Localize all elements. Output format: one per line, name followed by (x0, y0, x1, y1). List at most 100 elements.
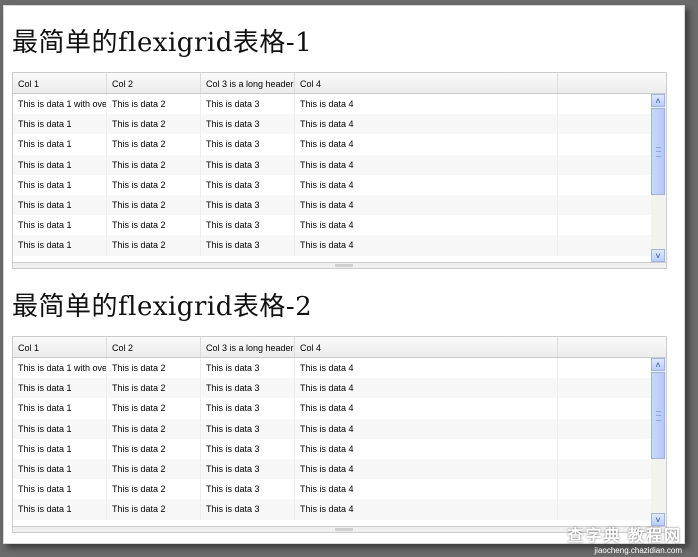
table-cell: This is data 3 (201, 94, 295, 115)
table-cell: This is data 2 (107, 134, 201, 155)
table-cell: This is data 4 (295, 479, 558, 500)
table-row[interactable]: This is data 1 This is data 2 This is data… (13, 174, 666, 195)
table-cell: This is data 3 (201, 194, 295, 216)
column-header-col2[interactable]: Col 2 (107, 337, 201, 357)
grid-2-title: 最简单的flexigrid表格-2 (12, 292, 313, 322)
table-cell: This is data 2 (107, 194, 201, 216)
column-header-col1[interactable]: Col 1 (13, 73, 107, 93)
table-cell: This is data 1 (13, 418, 107, 439)
table-cell: This is data 3 (201, 398, 295, 419)
table-row[interactable]: This is data 1 This is data 2 This is data… (13, 378, 666, 399)
grid-body: This is data 1 with overflowing contentT… (13, 94, 666, 262)
vertical-scrollbar[interactable]: ˄ ˅ (651, 358, 666, 526)
column-header-col2[interactable]: Col 2 (107, 73, 201, 93)
table-cell: This is data 1 (13, 458, 107, 480)
chevron-up-icon[interactable]: ˄ (651, 94, 665, 107)
table-cell: This is data 2 (107, 358, 201, 379)
table-cell: This is data 3 (201, 174, 295, 195)
table-cell: This is data 3 (201, 215, 295, 236)
table-cell: This is data 2 (107, 378, 201, 399)
table-cell: This is data 3 (201, 418, 295, 439)
table-cell: This is data 3 (201, 479, 295, 500)
table-row[interactable]: This is data 1 This is data 2 This is data… (13, 458, 666, 480)
vertical-scrollbar[interactable]: ˄ ˅ (651, 94, 666, 262)
table-row[interactable]: This is data 1 This is data 2 This is data… (13, 154, 666, 175)
table-cell: This is data 2 (107, 114, 201, 135)
scroll-thumb[interactable] (651, 108, 665, 195)
column-header-col4[interactable]: Col 4 (295, 73, 558, 93)
table-cell: This is data 3 (201, 154, 295, 175)
table-cell: This is data 4 (295, 94, 558, 115)
table-cell: This is data 4 (295, 458, 558, 480)
flexigrid-1: Col 1 Col 2 Col 3 is a long header Col 4… (12, 72, 667, 269)
grid-1-title: 最简单的flexigrid表格-1 (12, 28, 313, 58)
column-header-col1[interactable]: Col 1 (13, 337, 107, 357)
table-row[interactable]: This is data 1 This is data 2 This is data… (13, 499, 666, 520)
grid-header: Col 1 Col 2 Col 3 is a long header Col 4 (13, 337, 666, 358)
table-row[interactable]: This is data 1 This is data 2 This is data… (13, 215, 666, 236)
table-cell: This is data 2 (107, 458, 201, 480)
table-cell: This is data 2 (107, 418, 201, 439)
chevron-down-icon[interactable]: ˅ (651, 249, 665, 262)
table-cell: This is data 4 (295, 194, 558, 216)
table-cell: This is data 1 (13, 194, 107, 216)
table-cell: This is data 2 (107, 499, 201, 520)
table-cell: This is data 4 (295, 134, 558, 155)
table-cell: This is data 4 (295, 174, 558, 195)
table-cell: This is data 4 (295, 499, 558, 520)
resize-handle[interactable] (13, 262, 666, 268)
table-cell: This is data 3 (201, 114, 295, 135)
table-cell: This is data 4 (295, 438, 558, 459)
grid-header: Col 1 Col 2 Col 3 is a long header Col 4 (13, 73, 666, 94)
table-row[interactable]: This is data 1 This is data 2 This is data… (13, 114, 666, 135)
table-cell: This is data 3 (201, 458, 295, 480)
table-cell: This is data 3 (201, 378, 295, 399)
table-cell: This is data 2 (107, 94, 201, 115)
table-row[interactable]: This is data 1 with overflowing contentT… (13, 358, 666, 379)
table-cell: This is data 2 (107, 174, 201, 195)
table-cell: This is data 1 (13, 235, 107, 256)
table-cell: This is data 1 with overflowing content (13, 358, 107, 379)
table-row[interactable]: This is data 1 This is data 2 This is data… (13, 235, 666, 256)
grid-body: This is data 1 with overflowing contentT… (13, 358, 666, 526)
scroll-thumb[interactable] (651, 372, 665, 459)
table-row[interactable]: This is data 1 This is data 2 This is data… (13, 134, 666, 155)
table-cell: This is data 1 (13, 499, 107, 520)
table-row[interactable]: This is data 1 This is data 2 This is data… (13, 194, 666, 216)
watermark-text: 查字典 教程网 (567, 528, 682, 545)
table-cell: This is data 1 (13, 114, 107, 135)
table-cell: This is data 1 (13, 479, 107, 500)
watermark-url: jiaocheng.chazidian.com (594, 546, 682, 555)
table-row[interactable]: This is data 1 This is data 2 This is data… (13, 438, 666, 459)
table-cell: This is data 1 (13, 134, 107, 155)
table-cell: This is data 2 (107, 215, 201, 236)
column-header-col4[interactable]: Col 4 (295, 337, 558, 357)
table-cell: This is data 4 (295, 215, 558, 236)
column-header-col3[interactable]: Col 3 is a long header (201, 337, 295, 357)
table-cell: This is data 1 (13, 438, 107, 459)
table-row[interactable]: This is data 1 This is data 2 This is data… (13, 418, 666, 439)
table-row[interactable]: This is data 1 with overflowing contentT… (13, 94, 666, 115)
table-cell: This is data 1 with overflowing content (13, 94, 107, 115)
table-row[interactable]: This is data 1 This is data 2 This is data… (13, 479, 666, 500)
table-cell: This is data 2 (107, 438, 201, 459)
table-cell: This is data 3 (201, 499, 295, 520)
table-cell: This is data 2 (107, 479, 201, 500)
chevron-up-icon[interactable]: ˄ (651, 358, 665, 371)
table-cell: This is data 3 (201, 235, 295, 256)
table-row[interactable]: This is data 1 This is data 2 This is data… (13, 398, 666, 419)
watermark: 查字典 教程网 jiaocheng.chazidian.com (568, 522, 682, 555)
column-header-col3[interactable]: Col 3 is a long header (201, 73, 295, 93)
page: 最简单的flexigrid表格-1 Col 1 Col 2 Col 3 is a… (3, 5, 685, 544)
table-cell: This is data 4 (295, 114, 558, 135)
table-cell: This is data 1 (13, 398, 107, 419)
table-cell: This is data 1 (13, 154, 107, 175)
table-cell: This is data 4 (295, 398, 558, 419)
table-cell: This is data 3 (201, 358, 295, 379)
table-cell: This is data 4 (295, 235, 558, 256)
table-cell: This is data 3 (201, 438, 295, 459)
table-cell: This is data 2 (107, 154, 201, 175)
table-cell: This is data 2 (107, 235, 201, 256)
table-cell: This is data 2 (107, 398, 201, 419)
table-cell: This is data 4 (295, 418, 558, 439)
